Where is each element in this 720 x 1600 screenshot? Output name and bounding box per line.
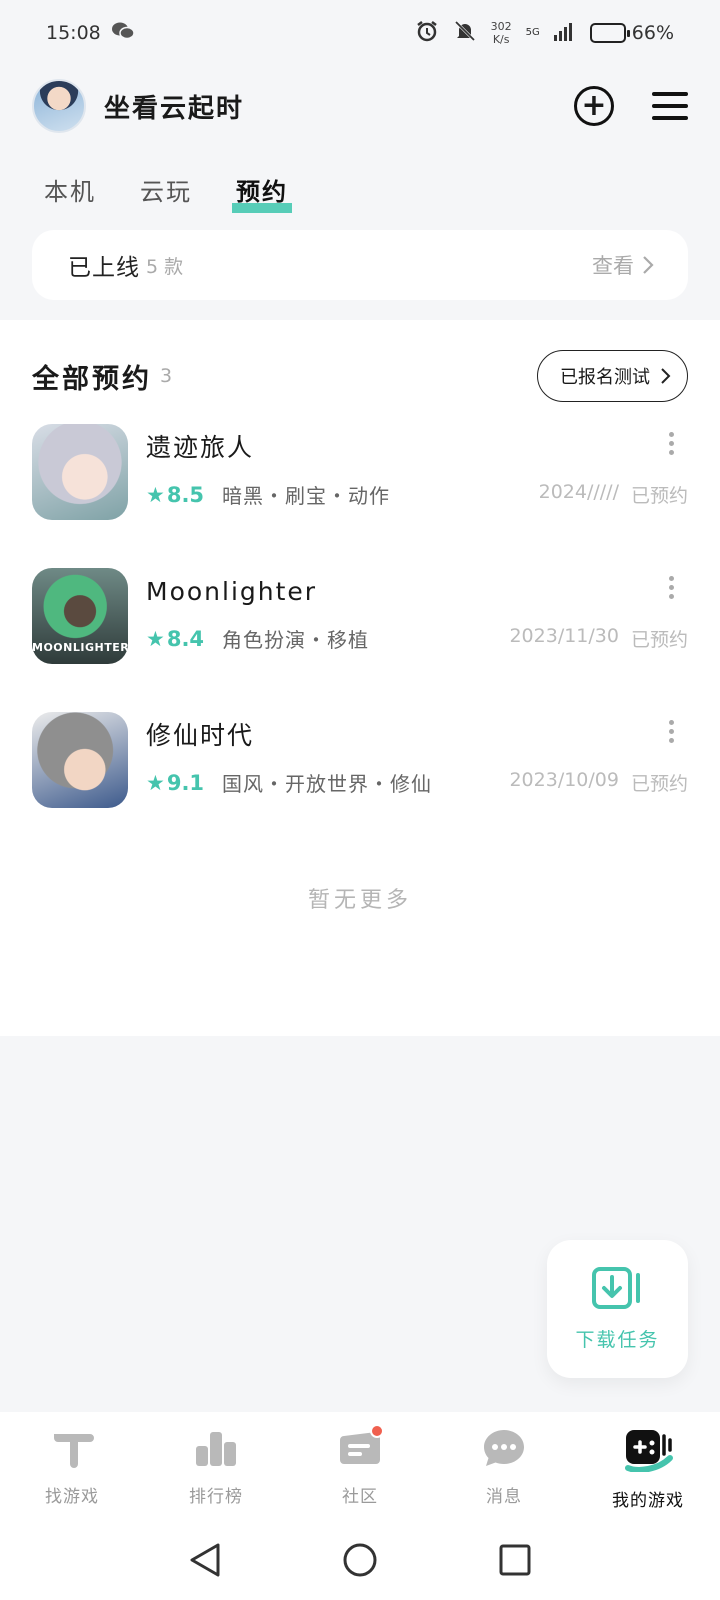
recents-square-icon[interactable]	[498, 1543, 532, 1577]
header: 坐看云起时 +	[32, 78, 688, 134]
nav-find-game[interactable]: 找游戏	[0, 1412, 144, 1520]
menu-button[interactable]	[652, 92, 688, 120]
speed-unit: K/s	[492, 33, 510, 46]
ranking-icon	[196, 1432, 236, 1466]
game-tags: 国风・开放世界・修仙	[222, 772, 433, 796]
reserve-status: 已预约	[630, 485, 688, 507]
nav-messages[interactable]: 消息	[432, 1412, 576, 1520]
plus-icon: +	[581, 88, 607, 123]
more-options-icon[interactable]	[669, 720, 674, 743]
game-name: 修仙时代	[146, 721, 255, 750]
tab-reservation[interactable]: 预约	[232, 172, 292, 213]
rating-value: 8.5	[166, 482, 205, 507]
view-label: 查看	[592, 254, 634, 278]
nav-label: 社区	[342, 1487, 378, 1507]
test-button-label: 已报名测试	[560, 367, 650, 388]
battery-icon	[589, 23, 630, 43]
game-row[interactable]: 遗迹旅人 ★ 8.5 暗黑・刷宝・动作 2024///// 已预约	[32, 424, 688, 520]
message-icon	[484, 1430, 524, 1466]
add-button[interactable]: +	[574, 86, 614, 126]
registered-test-button[interactable]: 已报名测试	[537, 350, 688, 402]
back-triangle-icon[interactable]	[188, 1542, 222, 1578]
release-date: 2023/11/30	[509, 625, 619, 647]
no-more-text: 暂无更多	[307, 888, 412, 913]
more-options-icon[interactable]	[669, 576, 674, 599]
game-name: Moonlighter	[146, 577, 318, 606]
game-rating: ★ 8.5	[146, 483, 204, 507]
nav-label: 排行榜	[189, 1487, 243, 1507]
game-row[interactable]: MOONLIGHTER Moonlighter ★ 8.4 角色扮演・移植 202…	[32, 568, 688, 664]
tab-local[interactable]: 本机	[40, 172, 100, 213]
released-count: 5 款	[146, 255, 184, 278]
nav-label: 我的游戏	[612, 1491, 684, 1511]
status-bar: 15:08 302 K/s 5G 66%	[0, 0, 720, 66]
reserved-game-list: 遗迹旅人 ★ 8.5 暗黑・刷宝・动作 2024///// 已预约 MOONLIG…	[32, 424, 688, 856]
game-tags: 角色扮演・移植	[222, 628, 370, 652]
status-time: 15:08	[46, 22, 101, 44]
my-games-icon	[625, 1430, 673, 1472]
nav-label: 消息	[486, 1487, 522, 1507]
battery: 66%	[589, 22, 674, 44]
game-row[interactable]: 修仙时代 ★ 9.1 国风・开放世界・修仙 2023/10/09 已预约	[32, 712, 688, 808]
network-speed: 302 K/s	[491, 20, 512, 46]
nav-label: 找游戏	[45, 1487, 99, 1507]
home-circle-icon[interactable]	[342, 1542, 378, 1578]
download-tasks-button[interactable]: 下载任务	[547, 1240, 688, 1378]
game-icon[interactable]	[32, 424, 128, 520]
game-rating: ★ 9.1	[146, 771, 204, 795]
tab-bar: 本机 云玩 预约	[40, 172, 292, 213]
game-tags: 暗黑・刷宝・动作	[222, 484, 391, 508]
signal-icon	[553, 21, 576, 46]
release-date: 2023/10/09	[509, 769, 619, 791]
download-tasks-label: 下载任务	[575, 1328, 660, 1351]
bottom-nav: 找游戏 排行榜 社区 消息 我的游戏	[0, 1412, 720, 1520]
star-icon: ★	[146, 770, 165, 795]
wechat-icon	[111, 21, 135, 46]
system-navigation	[0, 1520, 720, 1600]
view-released-button[interactable]: 查看	[592, 250, 654, 280]
network-type: 5G	[526, 28, 540, 38]
star-icon: ★	[146, 482, 165, 507]
find-game-icon	[54, 1434, 94, 1468]
reserve-status: 已预约	[630, 773, 688, 795]
game-icon[interactable]	[32, 712, 128, 808]
mute-bell-icon	[453, 19, 477, 48]
released-games-card[interactable]: 已上线 5 款 查看	[32, 230, 688, 300]
hamburger-icon-line	[652, 92, 688, 96]
hamburger-icon-line	[652, 116, 688, 120]
more-options-icon[interactable]	[669, 432, 674, 455]
notification-dot	[370, 1424, 384, 1438]
nav-community[interactable]: 社区	[288, 1412, 432, 1520]
nav-my-games[interactable]: 我的游戏	[576, 1412, 720, 1520]
hamburger-icon-line	[652, 104, 688, 108]
tab-cloud-play[interactable]: 云玩	[136, 172, 196, 213]
download-icon	[591, 1266, 640, 1309]
speed-value: 302	[490, 20, 512, 33]
nav-ranking[interactable]: 排行榜	[144, 1412, 288, 1520]
alarm-icon	[415, 19, 439, 48]
rating-value: 8.4	[166, 626, 205, 651]
reserve-status: 已预约	[630, 629, 688, 651]
section-count: 3	[160, 365, 173, 387]
game-icon[interactable]: MOONLIGHTER	[32, 568, 128, 664]
section-header: 全部预约 3 已报名测试	[32, 350, 688, 402]
game-icon-text: MOONLIGHTER	[32, 641, 128, 654]
chevron-right-icon	[643, 256, 654, 274]
avatar[interactable]	[32, 79, 86, 133]
battery-percent: 66%	[631, 22, 674, 44]
game-rating: ★ 8.4	[146, 627, 204, 651]
network-label: 5G	[525, 27, 540, 38]
username[interactable]: 坐看云起时	[104, 88, 244, 125]
rating-value: 9.1	[166, 770, 205, 795]
reservation-panel: 全部预约 3 已报名测试 遗迹旅人 ★ 8.5 暗黑・刷宝・动作 2024////…	[0, 320, 720, 1036]
release-date: 2024/////	[538, 481, 619, 503]
released-label: 已上线	[68, 255, 140, 281]
chevron-right-icon	[661, 368, 671, 384]
section-title: 全部预约	[32, 363, 152, 395]
star-icon: ★	[146, 626, 165, 651]
game-name: 遗迹旅人	[146, 433, 255, 462]
